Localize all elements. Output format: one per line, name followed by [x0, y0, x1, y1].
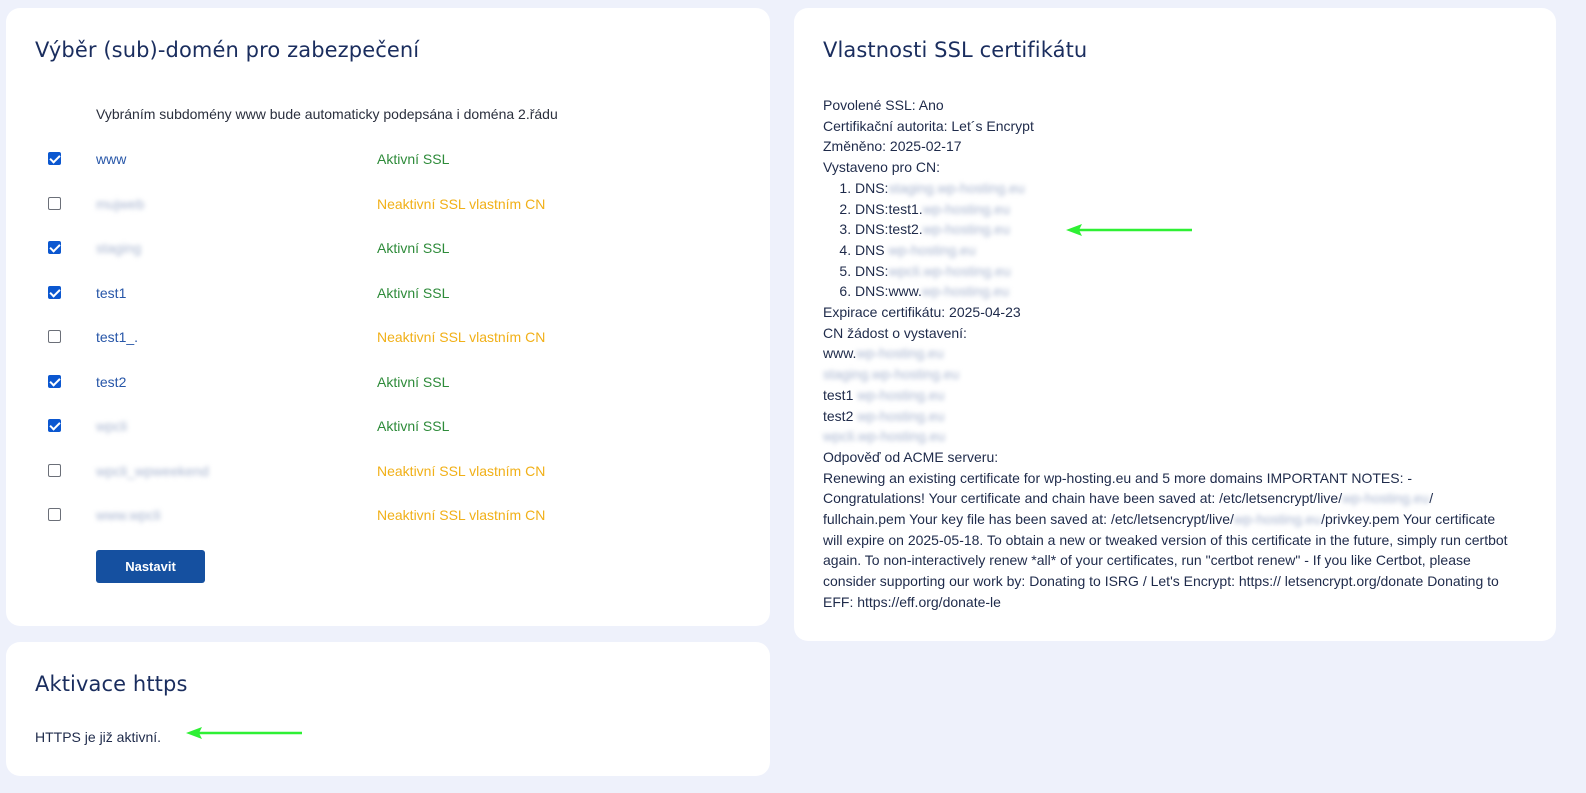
- dns-redacted: wp-hosting.eu: [921, 283, 1010, 300]
- cn-redacted: wp-hosting.eu: [857, 386, 945, 403]
- cn-redacted: wp-hosting.eu: [857, 407, 945, 424]
- ssl-enabled: Povolené SSL: Ano: [823, 97, 944, 113]
- ssl-properties-body: Povolené SSL: Ano Certifikační autorita:…: [823, 95, 1523, 613]
- cn-request-item: test2 wp-hosting.eu: [823, 406, 1523, 427]
- dns-prefix: DNS:: [855, 262, 889, 279]
- domain-row: test1_. Neaktivní SSL vlastním CN: [6, 326, 770, 350]
- dns-prefix: DNS:www.: [855, 283, 922, 300]
- domain-checkbox[interactable]: [48, 419, 61, 432]
- ssl-expiry: Expirace certifikátu: 2025-04-23: [823, 304, 1021, 321]
- ssl-authority: Certifikační autorita: Let´s Encrypt: [823, 117, 1034, 134]
- domain-ssl-status: Aktivní SSL: [377, 373, 450, 390]
- domain-row: wpcli Aktivní SSL: [6, 415, 770, 439]
- dns-redacted: wpcli.wp-hosting.eu: [888, 262, 1011, 279]
- ssl-changed: Změněno: 2025-02-17: [823, 138, 962, 155]
- domain-name: test2: [96, 373, 127, 390]
- ssl-properties-card: Vlastnosti SSL certifikátu Povolené SSL:…: [794, 8, 1556, 641]
- domain-name: mujweb: [96, 195, 145, 212]
- domain-name: staging: [96, 240, 142, 256]
- cn-redacted: staging.wp-hosting.eu: [823, 366, 960, 383]
- domain-selection-title: Výběr (sub)-domén pro zabezpečení: [35, 38, 420, 62]
- domain-name: www.wpcli: [96, 507, 161, 523]
- dns-list: DNS:staging.wp-hosting.euDNS:test1.wp-ho…: [823, 178, 1523, 302]
- annotation-arrow-icon: [186, 727, 302, 739]
- dns-prefix: DNS: [855, 241, 889, 258]
- https-activation-title: Aktivace https: [35, 672, 188, 696]
- acme-response-redacted: wp-hosting.eu: [1342, 490, 1430, 507]
- domain-row: test1 Aktivní SSL: [6, 282, 770, 306]
- dns-list-item: DNS:wpcli.wp-hosting.eu: [855, 261, 1523, 282]
- dns-prefix: DNS:test2.: [855, 221, 923, 238]
- domain-checkbox[interactable]: [48, 374, 61, 388]
- acme-label: Odpověď od ACME serveru:: [823, 448, 999, 465]
- domain-row: test2 Aktivní SSL: [6, 371, 770, 395]
- dns-prefix: DNS:test1.: [855, 200, 923, 217]
- acme-response-part: Renewing an existing certificate for wp-…: [823, 469, 1413, 507]
- acme-response: Renewing an existing certificate for wp-…: [823, 468, 1515, 613]
- cn-request-item: test1 wp-hosting.eu: [823, 385, 1523, 406]
- dns-list-item: DNS wp-hosting.eu: [855, 240, 1523, 261]
- domain-name: www: [96, 151, 127, 167]
- domain-checkbox[interactable]: [48, 508, 61, 521]
- domain-name: wpcli: [96, 418, 128, 434]
- domain-selection-card: Výběr (sub)-domén pro zabezpečení Vybrán…: [6, 8, 770, 626]
- domain-checkbox[interactable]: [48, 152, 61, 165]
- set-button[interactable]: Nastavit: [96, 550, 205, 583]
- dns-redacted: wp-hosting.eu: [922, 200, 1010, 217]
- acme-response-redacted: wp-hosting.eu: [1233, 511, 1322, 528]
- domain-ssl-status: Aktivní SSL: [377, 151, 450, 167]
- cn-redacted: wpcli.wp-hosting.eu: [823, 428, 946, 445]
- domain-ssl-status: Neaktivní SSL vlastním CN: [377, 195, 546, 212]
- domain-checkbox[interactable]: [48, 241, 61, 254]
- domain-checkbox[interactable]: [48, 196, 61, 210]
- cn-request-item: staging.wp-hosting.eu: [823, 364, 1523, 385]
- dns-prefix: DNS:: [855, 179, 889, 196]
- cn-request-list: www.wp-hosting.eu staging.wp-hosting.eu te…: [823, 343, 1523, 447]
- domain-ssl-status: Aktivní SSL: [377, 418, 450, 434]
- https-status-text: HTTPS je již aktivní.: [35, 729, 162, 745]
- cn-redacted: wp-hosting.eu: [856, 345, 944, 362]
- domain-name: test1: [96, 284, 127, 301]
- annotation-arrow-icon: [1066, 224, 1192, 236]
- domain-ssl-status: Aktivní SSL: [377, 240, 450, 256]
- dns-redacted: staging.wp-hosting.eu: [888, 179, 1025, 196]
- domain-ssl-status: Neaktivní SSL vlastním CN: [377, 462, 546, 479]
- dns-list-item: DNS:staging.wp-hosting.eu: [855, 178, 1523, 199]
- cn-prefix: test1: [823, 386, 858, 403]
- dns-redacted: wp-hosting.eu: [922, 221, 1010, 238]
- cn-prefix: www.: [823, 345, 857, 362]
- domain-checkbox[interactable]: [48, 285, 61, 299]
- domain-row: staging Aktivní SSL: [6, 237, 770, 261]
- dns-list-item: DNS:www.wp-hosting.eu: [855, 281, 1523, 302]
- domain-row: www Aktivní SSL: [6, 148, 770, 172]
- dns-redacted: wp-hosting.eu: [888, 241, 976, 258]
- domain-row: www.wpcli Neaktivní SSL vlastním CN: [6, 504, 770, 528]
- domain-name: test1_.: [96, 329, 139, 345]
- domain-ssl-status: Neaktivní SSL vlastním CN: [377, 507, 546, 523]
- dns-list-item: DNS:test1.wp-hosting.eu: [855, 199, 1523, 220]
- cn-request-item: wpcli.wp-hosting.eu: [823, 426, 1523, 447]
- domain-row: mujweb Neaktivní SSL vlastním CN: [6, 193, 770, 217]
- domain-ssl-status: Neaktivní SSL vlastním CN: [377, 329, 546, 345]
- domain-checkbox[interactable]: [48, 330, 61, 343]
- domain-checkbox[interactable]: [48, 463, 61, 477]
- domain-name: wpcli_wpweekend: [96, 462, 209, 479]
- domain-selection-hint: Vybráním subdomény www bude automaticky …: [96, 106, 558, 122]
- ssl-properties-title: Vlastnosti SSL certifikátu: [823, 38, 1088, 62]
- https-activation-card: Aktivace https HTTPS je již aktivní.: [6, 642, 770, 776]
- domain-row: wpcli_wpweekend Neaktivní SSL vlastním CN: [6, 460, 770, 484]
- cn-request-label: CN žádost o vystavení:: [823, 324, 967, 341]
- ssl-issued-for-label: Vystaveno pro CN:: [823, 159, 940, 176]
- cn-request-item: www.wp-hosting.eu: [823, 343, 1523, 364]
- cn-prefix: test2: [823, 407, 858, 424]
- domain-ssl-status: Aktivní SSL: [377, 284, 450, 301]
